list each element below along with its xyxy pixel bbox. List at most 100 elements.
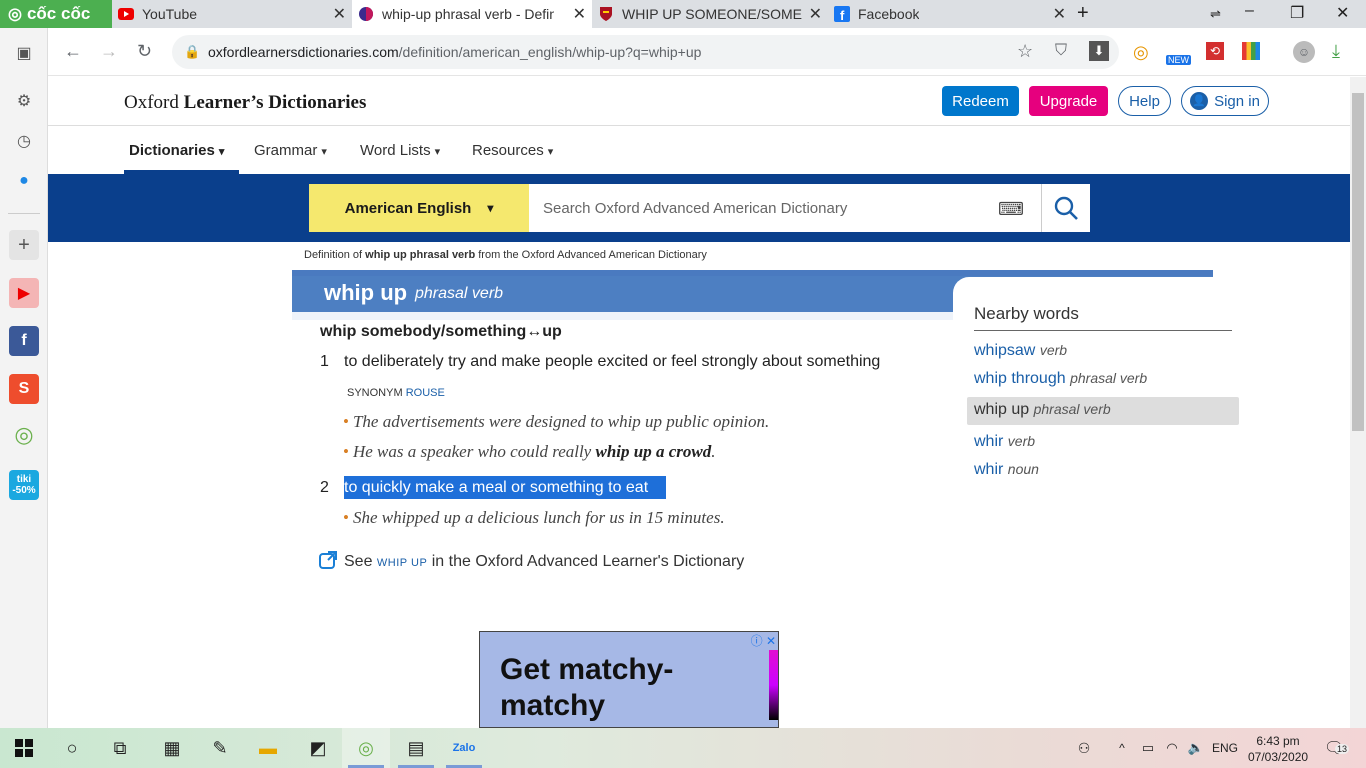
taskbar-zalo-icon[interactable]: Zalo bbox=[440, 728, 488, 768]
menu-resources[interactable]: Resources ▾ bbox=[472, 142, 553, 159]
people-icon[interactable]: ⚇ bbox=[1064, 728, 1104, 768]
menu-grammar[interactable]: Grammar ▾ bbox=[254, 142, 327, 159]
see-also-link[interactable]: See WHIP UP in the Oxford Advanced Learn… bbox=[318, 550, 744, 571]
nearby-word: whir bbox=[974, 433, 1004, 450]
nearby-item[interactable]: whir verb bbox=[974, 433, 1035, 451]
new-tab-plus-icon[interactable]: + bbox=[1077, 2, 1089, 25]
site-logo[interactable]: Oxford Learner’s Dictionaries bbox=[124, 92, 366, 114]
taskbar-paint-icon[interactable]: ✎ bbox=[196, 728, 244, 768]
close-tab-icon[interactable]: ✕ bbox=[809, 4, 822, 24]
tab-facebook[interactable]: f Facebook ✕ bbox=[828, 0, 1072, 28]
sidebar-divider bbox=[8, 213, 40, 214]
help-button[interactable]: Help bbox=[1118, 86, 1171, 116]
clock[interactable]: 6:43 pm 07/03/2020 bbox=[1248, 733, 1308, 765]
extension-red-icon[interactable]: ⟲ bbox=[1206, 42, 1224, 60]
example-sentence: • She whipped up a delicious lunch for us… bbox=[343, 508, 725, 528]
minimize-icon[interactable]: – bbox=[1245, 2, 1254, 20]
coccoc-logo-icon: ◎ bbox=[8, 6, 22, 23]
redeem-button[interactable]: Redeem bbox=[942, 86, 1019, 116]
menu-dictionaries[interactable]: Dictionaries ▾ bbox=[129, 142, 224, 159]
url-text[interactable]: oxfordlearnersdictionaries.com/definitio… bbox=[208, 44, 701, 60]
wifi-icon[interactable]: ◠ bbox=[1160, 728, 1184, 768]
example-sentence: • He was a speaker who could really whip … bbox=[343, 442, 715, 462]
cambridge-shield-icon bbox=[600, 7, 612, 21]
lock-icon[interactable]: 🔒 bbox=[184, 44, 200, 60]
ad-info-close-icon[interactable]: ⓘ ✕ bbox=[751, 632, 776, 649]
taskbar-app2-icon[interactable]: ▤ bbox=[392, 728, 440, 768]
taskbar-coccoc-icon[interactable]: ◎ bbox=[342, 728, 390, 768]
ad-color-strip bbox=[769, 650, 778, 720]
forward-arrow-icon[interactable]: → bbox=[100, 41, 118, 62]
bullet-icon: • bbox=[343, 442, 349, 461]
search-button[interactable] bbox=[1041, 184, 1090, 232]
reload-icon[interactable]: ↻ bbox=[137, 41, 152, 62]
downloads-icon[interactable]: ⤓ bbox=[1332, 41, 1340, 62]
upgrade-button[interactable]: Upgrade bbox=[1029, 86, 1108, 116]
notification-count: 13 bbox=[1335, 744, 1350, 754]
tray-chevron-up-icon[interactable]: ^ bbox=[1112, 728, 1132, 768]
sidebar-coccoc-icon[interactable]: ◎ bbox=[9, 420, 39, 450]
nearby-item[interactable]: whir noun bbox=[974, 461, 1039, 479]
oxford-favicon-icon bbox=[359, 7, 373, 21]
coccoc-logo[interactable]: ◎ cốc cốc bbox=[0, 0, 112, 28]
sidebar-toggle-icon[interactable]: ▣ bbox=[9, 38, 39, 68]
nearby-item-current[interactable]: whip up phrasal verb bbox=[974, 401, 1111, 419]
back-arrow-icon[interactable]: ← bbox=[64, 41, 82, 62]
close-window-icon[interactable]: ✕ bbox=[1336, 3, 1349, 23]
close-tab-icon[interactable]: ✕ bbox=[333, 4, 346, 24]
sidebar-tiki-icon[interactable]: tiki -50% bbox=[9, 470, 39, 500]
tab-list-icon[interactable]: ⇌ bbox=[1210, 6, 1221, 22]
tab-youtube[interactable]: YouTube ✕ bbox=[112, 0, 352, 28]
messenger-icon[interactable]: ● bbox=[9, 166, 39, 196]
file-explorer-icon[interactable]: ▬ bbox=[244, 728, 292, 768]
nearby-item[interactable]: whip through phrasal verb bbox=[974, 370, 1147, 388]
close-tab-icon[interactable]: ✕ bbox=[573, 4, 586, 24]
windows-logo-icon bbox=[15, 739, 33, 757]
sense-definition-selected[interactable]: to quickly make a meal or something to e… bbox=[344, 479, 648, 497]
download-page-icon[interactable]: ⬇ bbox=[1089, 41, 1109, 61]
chevron-down-icon: ▾ bbox=[218, 146, 225, 158]
search-circle-icon[interactable]: ○ bbox=[48, 728, 96, 768]
taskbar-app-icon[interactable]: ▦ bbox=[148, 728, 196, 768]
nearby-item[interactable]: whipsaw verb bbox=[974, 342, 1067, 360]
menu-word-lists[interactable]: Word Lists ▾ bbox=[360, 142, 440, 159]
extension-coccoc-icon[interactable]: ◎ bbox=[1133, 42, 1149, 63]
nearby-word: whir bbox=[974, 461, 1004, 478]
input-language[interactable]: ENG bbox=[1212, 741, 1238, 755]
menu-label: Dictionaries bbox=[129, 142, 215, 159]
keyboard-icon[interactable]: ⌨ bbox=[998, 199, 1024, 220]
bookmark-star-icon[interactable]: ☆ bbox=[1017, 41, 1033, 62]
settings-gear-icon[interactable]: ⚙ bbox=[9, 86, 39, 116]
dictionary-selector[interactable]: American English ▾ bbox=[309, 184, 529, 232]
facebook-icon: f bbox=[834, 6, 850, 22]
nearby-pos: noun bbox=[1007, 461, 1039, 477]
sidebar-shopee-icon[interactable]: S bbox=[9, 374, 39, 404]
taskbar-sticky-icon[interactable]: ◩ bbox=[294, 728, 342, 768]
history-icon[interactable]: ◷ bbox=[9, 126, 39, 156]
profile-avatar-icon[interactable]: ☺ bbox=[1293, 41, 1315, 63]
search-icon bbox=[1054, 196, 1078, 220]
extension-colorful-icon[interactable] bbox=[1242, 42, 1260, 60]
add-sidebar-app-icon[interactable]: + bbox=[9, 230, 39, 260]
volume-icon[interactable]: 🔈 bbox=[1184, 728, 1208, 768]
sidebar-youtube-icon[interactable]: ▶ bbox=[9, 278, 39, 308]
sidebar-facebook-icon[interactable]: f bbox=[9, 326, 39, 356]
close-tab-icon[interactable]: ✕ bbox=[1053, 4, 1066, 24]
scrollbar-thumb[interactable] bbox=[1352, 93, 1364, 431]
battery-icon[interactable]: ▭ bbox=[1136, 728, 1160, 768]
notification-center-icon[interactable]: 🗨13 bbox=[1324, 738, 1350, 758]
sign-in-button[interactable]: 👤 Sign in bbox=[1181, 86, 1269, 116]
advertisement[interactable]: Get matchy-matchy ⓘ ✕ bbox=[479, 631, 779, 728]
restore-window-icon[interactable]: ❐ bbox=[1290, 3, 1304, 23]
tab-title: YouTube bbox=[142, 6, 198, 22]
tab-cambridge[interactable]: WHIP UP SOMEONE/SOMETH ✕ bbox=[592, 0, 828, 28]
tab-oxford[interactable]: whip-up phrasal verb - Definit ✕ bbox=[352, 0, 592, 28]
sense-number: 1 bbox=[320, 353, 329, 370]
nearby-word: whip up bbox=[974, 401, 1030, 418]
shield-icon[interactable]: ⛉ bbox=[1055, 42, 1067, 60]
coccoc-brand-label: cốc cốc bbox=[26, 4, 91, 23]
task-view-icon[interactable]: ⧉ bbox=[96, 728, 144, 768]
windows-start-icon[interactable] bbox=[0, 728, 48, 768]
synonym-link[interactable]: ROUSE bbox=[406, 387, 445, 399]
extension-new-badge[interactable]: NEW bbox=[1166, 55, 1191, 65]
